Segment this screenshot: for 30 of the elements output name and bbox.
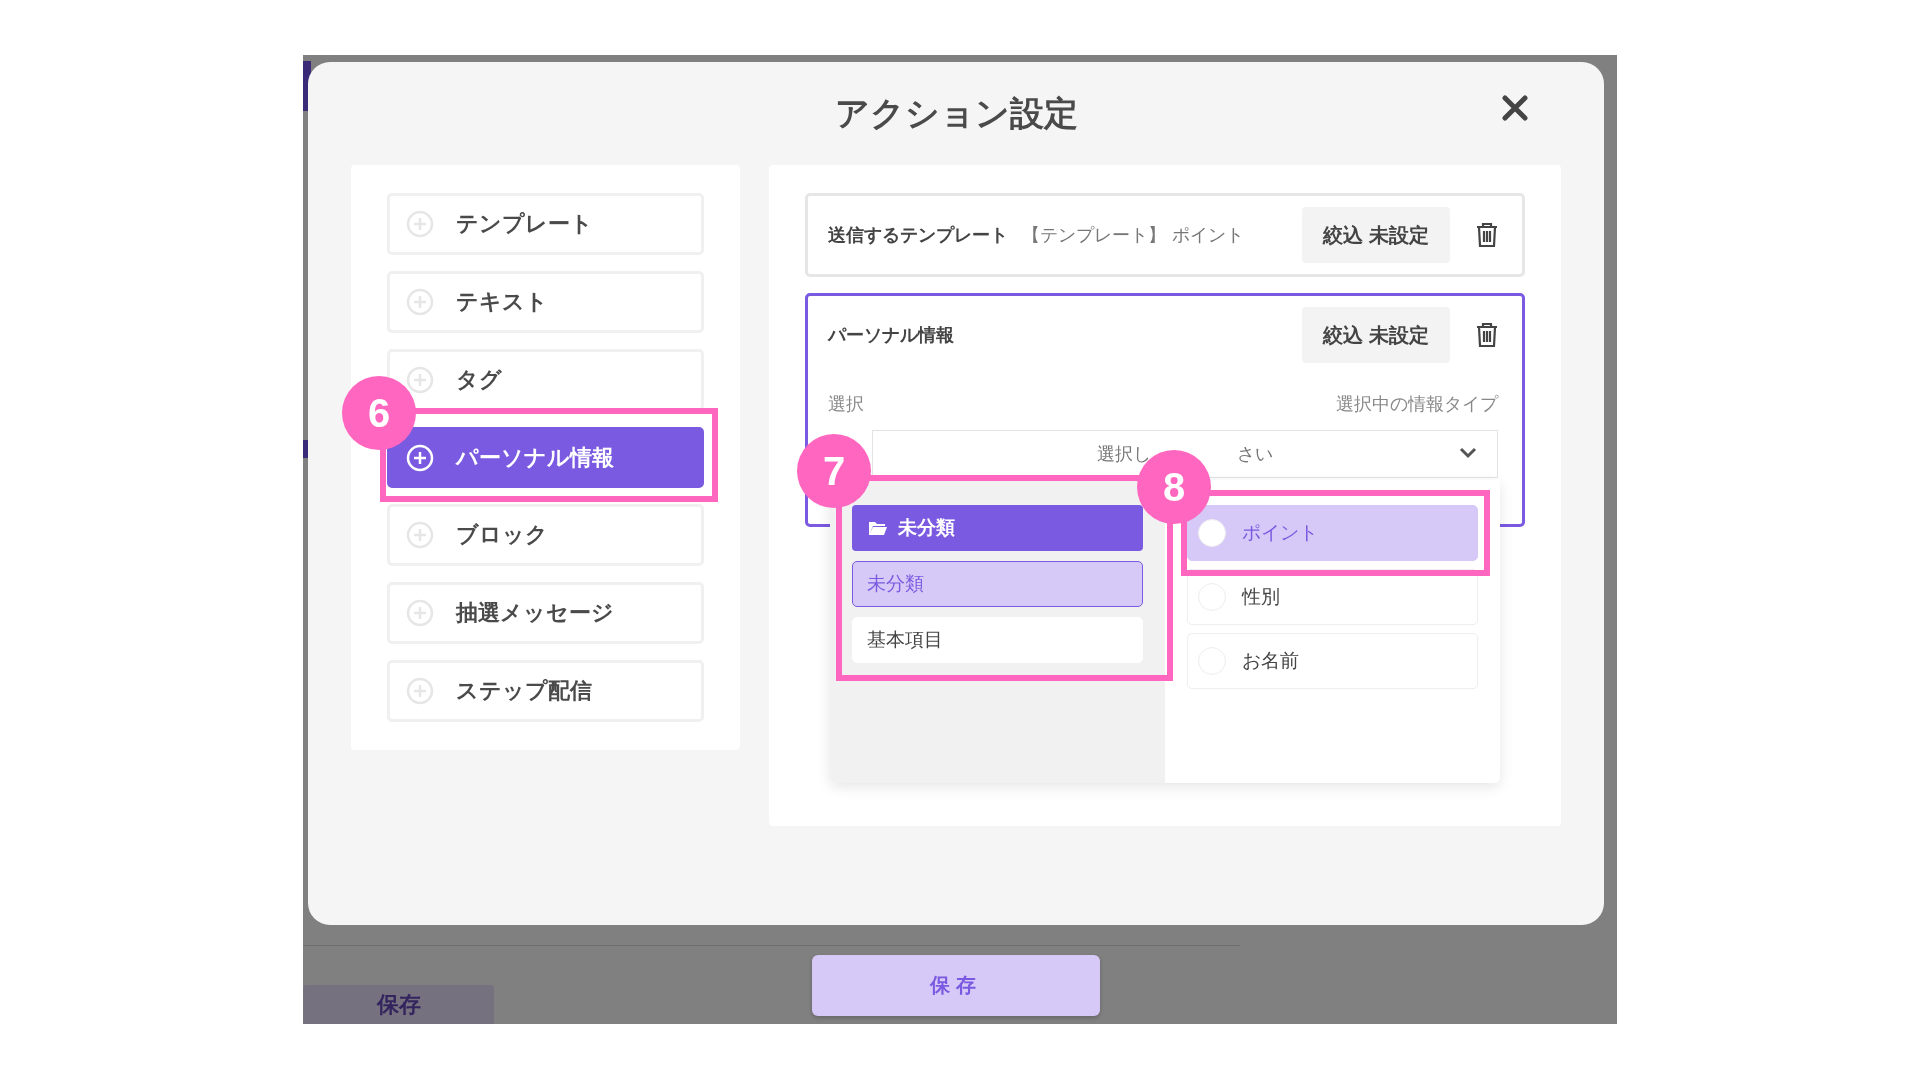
- plus-circle-icon: [406, 677, 434, 706]
- info-type-label: 選択中の情報タイプ: [1336, 392, 1498, 416]
- plus-circle-icon: [406, 209, 434, 238]
- filter-button[interactable]: 絞込 未設定: [1302, 307, 1450, 363]
- action-title: 送信するテンプレート: [828, 223, 1008, 247]
- close-icon[interactable]: [1502, 95, 1528, 121]
- info-type-option[interactable]: お名前: [1187, 633, 1478, 689]
- plus-circle-icon: [406, 287, 434, 316]
- info-type-option[interactable]: 性別: [1187, 569, 1478, 625]
- plus-circle-icon: [406, 365, 434, 394]
- template-name: 【テンプレート】 ポイント: [1022, 223, 1244, 247]
- action-type-item[interactable]: 抽選メッセージ: [387, 582, 704, 645]
- select-label: 選択: [828, 392, 864, 416]
- folder-icon: [868, 520, 888, 536]
- action-type-item[interactable]: ブロック: [387, 504, 704, 567]
- plus-circle-icon: [406, 599, 434, 628]
- action-type-item[interactable]: テキスト: [387, 270, 704, 333]
- action-type-item[interactable]: ステップ配信: [387, 660, 704, 722]
- action-title: パーソナル情報: [828, 323, 954, 347]
- plus-circle-icon: [406, 443, 434, 472]
- dialog-title: アクション設定: [834, 91, 1078, 135]
- action-type-item[interactable]: パーソナル情報: [387, 426, 704, 489]
- action-type-item[interactable]: テンプレート: [387, 193, 704, 255]
- folder-header[interactable]: 未分類: [852, 505, 1143, 551]
- chevron-down-icon: [1459, 447, 1477, 459]
- plus-circle-icon: [406, 521, 434, 550]
- filter-button[interactable]: 絞込 未設定: [1302, 207, 1450, 263]
- trash-icon[interactable]: [1476, 222, 1498, 248]
- trash-icon[interactable]: [1476, 322, 1498, 348]
- category-item[interactable]: 基本項目: [852, 617, 1143, 663]
